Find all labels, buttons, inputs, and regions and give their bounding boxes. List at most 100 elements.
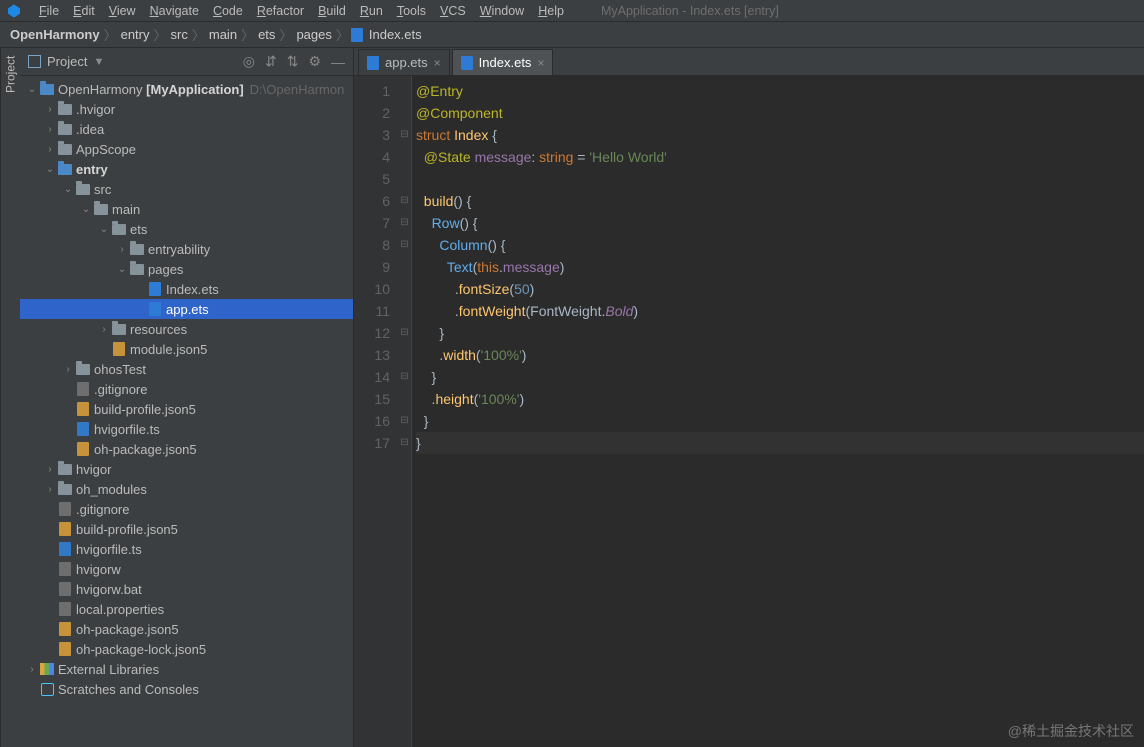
tree-row[interactable]: build-profile.json5 (20, 519, 353, 539)
tree-row[interactable]: ›.hvigor (20, 99, 353, 119)
tree-row[interactable]: Index.ets (20, 279, 353, 299)
tree-label: oh-package.json5 (74, 622, 179, 637)
tree-arrow-icon[interactable]: ⌄ (62, 184, 74, 195)
code-line[interactable]: } (416, 432, 1144, 454)
hide-icon[interactable]: — (331, 54, 345, 70)
expand-all-icon[interactable]: ⇵ (265, 53, 277, 70)
tree-arrow-icon[interactable]: › (62, 364, 74, 375)
tree-label: pages (146, 262, 183, 277)
tree-arrow-icon[interactable]: › (44, 104, 56, 115)
code-line[interactable]: struct Index { (416, 124, 1144, 146)
gear-icon[interactable]: ⚙ (308, 53, 321, 70)
code-line[interactable]: @Entry (416, 80, 1144, 102)
close-icon[interactable]: × (537, 56, 544, 70)
code-line[interactable]: build() { (416, 190, 1144, 212)
tree-arrow-icon[interactable]: ⌄ (98, 224, 110, 235)
breadcrumb-item[interactable]: OpenHarmony (8, 27, 102, 42)
tree-arrow-icon[interactable]: › (44, 144, 56, 155)
collapse-all-icon[interactable]: ⇅ (287, 53, 299, 70)
tree-row[interactable]: hvigorw.bat (20, 579, 353, 599)
tree-arrow-icon[interactable]: ⌄ (26, 84, 38, 95)
breadcrumb-item[interactable]: main (207, 27, 239, 42)
close-icon[interactable]: × (434, 56, 441, 70)
tree-row[interactable]: oh-package-lock.json5 (20, 639, 353, 659)
code-line[interactable]: .width('100%') (416, 344, 1144, 366)
tree-arrow-icon[interactable]: › (44, 464, 56, 475)
menu-refactor[interactable]: Refactor (250, 4, 311, 18)
tree-row[interactable]: ⌄ pages (20, 259, 353, 279)
code-line[interactable]: Row() { (416, 212, 1144, 234)
tree-row[interactable]: hvigorw (20, 559, 353, 579)
code-line[interactable]: .fontSize(50) (416, 278, 1144, 300)
menu-help[interactable]: Help (531, 4, 571, 18)
tree-row[interactable]: ⌄main (20, 199, 353, 219)
chevron-down-icon[interactable]: ▼ (93, 56, 104, 68)
tree-row[interactable]: ⌄src (20, 179, 353, 199)
tree-arrow-icon[interactable]: ⌄ (116, 264, 128, 275)
menu-navigate[interactable]: Navigate (143, 4, 206, 18)
menu-run[interactable]: Run (353, 4, 390, 18)
editor-tab[interactable]: Index.ets× (452, 49, 554, 75)
tree-arrow-icon[interactable]: › (98, 324, 110, 335)
menu-edit[interactable]: Edit (66, 4, 102, 18)
tree-row[interactable]: module.json5 (20, 339, 353, 359)
code-line[interactable]: .height('100%') (416, 388, 1144, 410)
tree-row[interactable]: hvigorfile.ts (20, 539, 353, 559)
tree-arrow-icon[interactable]: › (26, 664, 38, 675)
locate-icon[interactable]: ◎ (243, 53, 255, 70)
breadcrumb-item[interactable]: src (169, 27, 190, 42)
tree-row[interactable]: ›ohosTest (20, 359, 353, 379)
tree-row[interactable]: .gitignore (20, 379, 353, 399)
tree-row[interactable]: local.properties (20, 599, 353, 619)
tree-row[interactable]: ›resources (20, 319, 353, 339)
tree-row[interactable]: ⌄ets (20, 219, 353, 239)
breadcrumb-item[interactable]: pages (294, 27, 333, 42)
tree-row[interactable]: ›entryability (20, 239, 353, 259)
code-line[interactable]: @State message: string = 'Hello World' (416, 146, 1144, 168)
tree-arrow-icon[interactable]: ⌄ (44, 164, 56, 175)
code-line[interactable]: @Component (416, 102, 1144, 124)
breadcrumb-item[interactable]: entry (119, 27, 152, 42)
tree-row[interactable]: oh-package.json5 (20, 619, 353, 639)
tree-label: oh_modules (74, 482, 147, 497)
code-line[interactable]: } (416, 410, 1144, 432)
tree-row[interactable]: hvigorfile.ts (20, 419, 353, 439)
menu-code[interactable]: Code (206, 4, 250, 18)
project-tree[interactable]: ⌄OpenHarmony [MyApplication]D:\OpenHarmo… (20, 76, 353, 747)
menu-build[interactable]: Build (311, 4, 353, 18)
project-panel: Project ▼ ◎ ⇵ ⇅ ⚙ — ⌄OpenHarmony [MyAppl… (20, 48, 354, 747)
tree-row[interactable]: ›hvigor (20, 459, 353, 479)
tree-row[interactable]: ›AppScope (20, 139, 353, 159)
tree-row[interactable]: Scratches and Consoles (20, 679, 353, 699)
editor-tab[interactable]: app.ets× (358, 49, 450, 75)
tree-row[interactable]: ›External Libraries (20, 659, 353, 679)
menu-view[interactable]: View (102, 4, 143, 18)
breadcrumb-item[interactable]: ets (256, 27, 277, 42)
tree-arrow-icon[interactable]: ⌄ (80, 204, 92, 215)
code-line[interactable]: Text(this.message) (416, 256, 1144, 278)
menu-window[interactable]: Window (473, 4, 531, 18)
menu-tools[interactable]: Tools (390, 4, 433, 18)
code-editor[interactable]: @Entry@Componentstruct Index { @State me… (412, 76, 1144, 747)
menu-vcs[interactable]: VCS (433, 4, 473, 18)
tree-row[interactable]: ⌄OpenHarmony [MyApplication]D:\OpenHarmo… (20, 79, 353, 99)
tree-row[interactable]: oh-package.json5 (20, 439, 353, 459)
tree-row[interactable]: .gitignore (20, 499, 353, 519)
tree-row[interactable]: ⌄entry (20, 159, 353, 179)
tree-row[interactable]: app.ets (20, 299, 353, 319)
tree-arrow-icon[interactable]: › (116, 244, 128, 255)
code-line[interactable]: } (416, 366, 1144, 388)
app-logo-icon (6, 3, 22, 19)
menu-file[interactable]: File (32, 4, 66, 18)
tree-row[interactable]: ›.idea (20, 119, 353, 139)
tree-row[interactable]: build-profile.json5 (20, 399, 353, 419)
code-line[interactable]: } (416, 322, 1144, 344)
tree-arrow-icon[interactable]: › (44, 484, 56, 495)
tree-arrow-icon[interactable]: › (44, 124, 56, 135)
breadcrumb-item[interactable]: Index.ets (367, 27, 424, 42)
code-line[interactable]: Column() { (416, 234, 1144, 256)
tree-row[interactable]: › oh_modules (20, 479, 353, 499)
project-tool-tab[interactable]: Project (0, 48, 20, 747)
code-line[interactable] (416, 168, 1144, 190)
code-line[interactable]: .fontWeight(FontWeight.Bold) (416, 300, 1144, 322)
